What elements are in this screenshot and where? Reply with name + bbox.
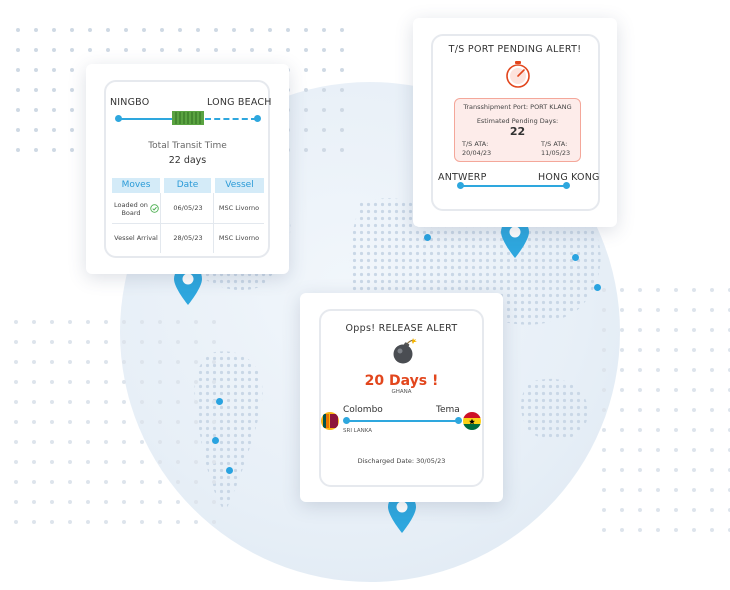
table-header-moves: Moves <box>112 178 160 193</box>
release-route-line <box>347 420 457 422</box>
container-ship-icon <box>172 111 204 125</box>
check-circle-icon <box>150 204 159 213</box>
table-header-date: Date <box>164 178 211 193</box>
decor-dot-grid-right <box>600 286 730 536</box>
release-destination: Tema <box>436 405 460 415</box>
release-days: 20 Days ! <box>364 373 439 389</box>
table-row: Vessel Arrival 28/05/23 MSC Livorno <box>112 224 264 252</box>
map-location-dot <box>226 467 233 474</box>
route-card: NINGBO LONG BEACH Total Transit Time 22 … <box>86 64 289 274</box>
sri-lanka-flag-icon <box>321 412 339 430</box>
map-location-dot <box>594 284 601 291</box>
ts-ata-label-2: T/S ATA: <box>541 140 568 148</box>
ts-route-line <box>461 185 565 187</box>
route-origin: NINGBO <box>110 97 150 108</box>
release-alert-card: Opps! RELEASE ALERT 20 Days ! GHANA Colo… <box>300 293 503 502</box>
row-move: Loaded on Board <box>114 201 148 217</box>
row-date: 28/05/23 <box>173 234 203 242</box>
route-remaining-line <box>205 118 257 120</box>
release-alert-title: Opps! RELEASE ALERT <box>345 323 458 334</box>
pending-days-value: 22 <box>509 125 526 138</box>
ts-route-origin: ANTWERP <box>438 172 487 183</box>
transit-time-value: 22 days <box>168 155 207 166</box>
ts-route-end-point <box>563 182 570 189</box>
ts-ata-date-1: 20/04/23 <box>462 149 492 157</box>
ts-ata-date-2: 11/05/23 <box>541 149 571 157</box>
table-header-vessel: Vessel <box>215 178 264 193</box>
ts-alert-title: T/S PORT PENDING ALERT! <box>448 44 582 55</box>
destination-country: GHANA <box>391 389 412 395</box>
ts-route-destination: HONG KONG <box>538 172 600 183</box>
transit-time-label: Total Transit Time <box>148 141 227 151</box>
route-destination: LONG BEACH <box>207 97 272 108</box>
map-location-dot <box>424 234 431 241</box>
release-route-end-point <box>455 417 462 424</box>
map-location-dot <box>572 254 579 261</box>
pending-days-label: Estimated Pending Days: <box>476 117 559 125</box>
moves-table: Moves Date Vessel Loaded on Board 06/05/… <box>112 178 264 254</box>
route-progress-line <box>119 118 173 120</box>
row-vessel: MSC Livorno <box>218 204 260 212</box>
release-origin: Colombo <box>343 405 383 415</box>
stopwatch-icon <box>506 61 530 88</box>
row-move: Vessel Arrival <box>114 234 158 242</box>
ts-pending-alert-card: T/S PORT PENDING ALERT! Transshipment Po… <box>413 18 617 227</box>
bomb-icon <box>393 338 417 364</box>
map-location-dot <box>212 437 219 444</box>
table-row: Loaded on Board 06/05/23 MSC Livorno <box>112 193 264 253</box>
map-location-dot <box>216 398 223 405</box>
row-vessel: MSC Livorno <box>218 234 260 242</box>
ts-ata-label-1: T/S ATA: <box>462 140 489 148</box>
transshipment-port: Transshipment Port: PORT KLANG <box>463 103 572 111</box>
origin-country: SRI LANKA <box>343 428 373 434</box>
ghana-flag-icon <box>463 412 481 430</box>
decor-dot-grid-left <box>12 318 227 528</box>
route-end-point <box>254 115 261 122</box>
row-date: 06/05/23 <box>173 204 203 212</box>
discharged-date: Discharged Date: 30/05/23 <box>357 457 446 465</box>
